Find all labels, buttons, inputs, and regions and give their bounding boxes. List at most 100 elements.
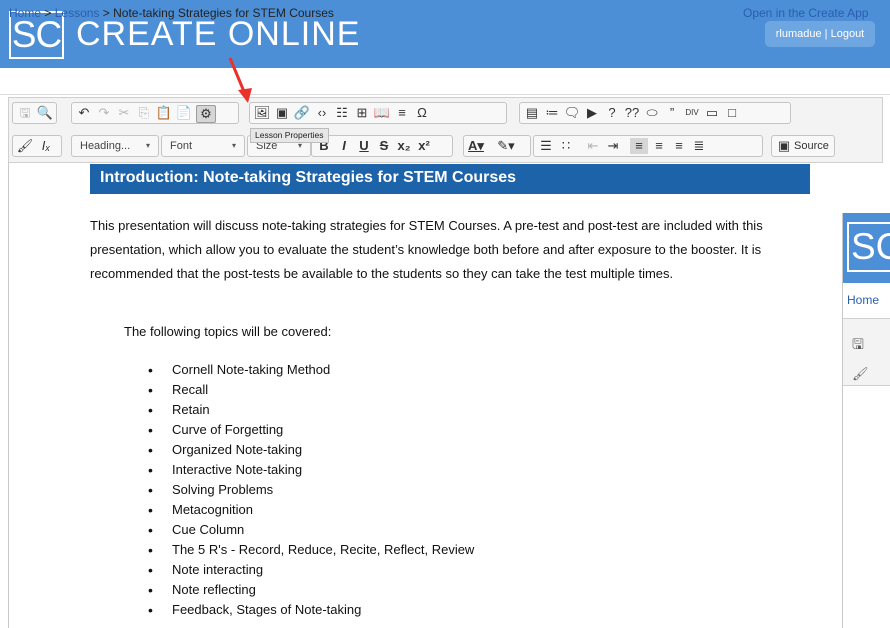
double-question-icon[interactable]: ?? [623, 105, 641, 121]
lesson-properties-tooltip: Lesson Properties [250, 128, 329, 143]
breadcrumb: Home > Lessons > Note-taking Strategies … [9, 6, 334, 20]
list-item: Organized Note-taking [148, 440, 474, 460]
widget-icon[interactable]: ☷ [333, 105, 351, 121]
frame-icon[interactable]: ▭ [703, 105, 721, 121]
intro-paragraph: This presentation will discuss note-taki… [90, 218, 763, 281]
heading-combo[interactable]: Heading... ▾ [71, 135, 159, 157]
paragraph-group: ☰ ∷ ⇤ ⇥ ≡ ≡ ≡ ≣ [533, 135, 763, 157]
chevron-down-icon: ▾ [231, 141, 236, 150]
color-group: A▾ ✎▾ [463, 135, 531, 157]
list-item: Solving Problems [148, 480, 474, 500]
breadcrumb-sep: > [102, 6, 110, 20]
table-icon[interactable]: ⊞ [353, 105, 371, 121]
font-combo-label: Font [170, 140, 193, 152]
chevron-down-icon: ▾ [145, 141, 150, 150]
format-painter-icon[interactable]: 🖌 [852, 366, 869, 382]
heading-combo-label: Heading... [80, 140, 131, 152]
paste-icon[interactable]: 📋 [155, 105, 173, 121]
media-icon[interactable]: ▣ [273, 105, 291, 121]
second-window-home-link[interactable]: Home [847, 293, 879, 307]
username-link[interactable]: rlumadue [776, 28, 822, 40]
preview-icon[interactable]: 🔍 [36, 105, 54, 121]
list-item: Cue Column [148, 520, 474, 540]
breadcrumb-home[interactable]: Home [9, 6, 41, 20]
insert-group: 🖼 ▣ 🔗 ‹› ☷ ⊞ 📖 ≡ Ω [249, 102, 507, 124]
topics-intro: The following topics will be covered: [124, 324, 332, 339]
text-color-icon[interactable]: A▾ [467, 138, 485, 154]
source-button[interactable]: ▣ Source [771, 135, 835, 157]
text-format-group: B I U S x₂ x² [311, 135, 453, 157]
oval-icon[interactable]: ⬭ [643, 105, 661, 121]
source-icon: ▣ [777, 138, 791, 153]
align-right-icon[interactable]: ≡ [670, 138, 688, 154]
list-item: Retain [148, 400, 474, 420]
superscript-icon[interactable]: x² [415, 138, 433, 154]
align-center-icon[interactable]: ≡ [650, 138, 668, 154]
list-item: Curve of Forgetting [148, 420, 474, 440]
breadcrumb-lessons[interactable]: Lessons [55, 6, 100, 20]
list-item: Interactive Note-taking [148, 460, 474, 480]
indent-icon[interactable]: ⇥ [604, 138, 622, 154]
redo-icon[interactable]: ↷ [95, 105, 113, 121]
play-icon[interactable]: ▶ [583, 105, 601, 121]
numbered-list-icon[interactable]: ☰ [537, 138, 555, 154]
list-insert-icon[interactable]: ≔ [543, 105, 561, 121]
second-window-logo[interactable]: SC [847, 222, 890, 272]
user-separator: | [824, 28, 828, 40]
div-icon[interactable]: DIV [683, 105, 701, 121]
cut-icon[interactable]: ✂ [115, 105, 133, 121]
open-in-app-link[interactable]: Open in the Create App [743, 6, 868, 20]
save-icon[interactable]: 🖫 [16, 105, 34, 121]
interactive-group: ▤ ≔ 🗨 ▶ ? ?? ⬭ ” DIV ▭ □ [519, 102, 791, 124]
document-heading: Introduction: Note-taking Strategies for… [90, 164, 810, 194]
paste-text-icon[interactable]: 📄 [175, 105, 193, 121]
window-icon[interactable]: □ [723, 105, 741, 121]
book-icon[interactable]: 📖 [373, 105, 391, 121]
image-icon[interactable]: 🖼 [253, 105, 271, 121]
question-icon[interactable]: ? [603, 105, 621, 121]
red-arrow-icon [228, 57, 252, 103]
editor-toolbar: 🖫 🔍 ↶ ↷ ✂ ⎘ 📋 📄 ⚙ 🖼 ▣ 🔗 ‹› ☷ ⊞ 📖 ≡ Ω ▤ ≔… [8, 97, 883, 163]
justify-icon[interactable]: ≣ [690, 138, 708, 154]
embed-code-icon[interactable]: ‹› [313, 105, 331, 121]
font-combo[interactable]: Font ▾ [161, 135, 245, 157]
list-item: Note interacting [148, 560, 474, 580]
italic-icon[interactable]: I [335, 138, 353, 154]
logout-link[interactable]: Logout [831, 28, 865, 40]
copy-icon[interactable]: ⎘ [135, 105, 153, 121]
topic-list: Cornell Note-taking Method Recall Retain… [148, 360, 474, 620]
quote-icon[interactable]: ” [663, 105, 681, 121]
underline-icon[interactable]: U [355, 138, 373, 154]
list-item: Cornell Note-taking Method [148, 360, 474, 380]
breadcrumb-bar [0, 68, 890, 95]
breadcrumb-sep: > [44, 6, 52, 20]
link-icon[interactable]: 🔗 [293, 105, 311, 121]
source-label: Source [794, 140, 829, 152]
bulleted-list-icon[interactable]: ∷ [557, 138, 575, 154]
clipboard-group: ↶ ↷ ✂ ⎘ 📋 📄 ⚙ [71, 102, 239, 124]
undo-icon[interactable]: ↶ [75, 105, 93, 121]
document-group: 🖫 🔍 [12, 102, 57, 124]
remove-format-icon[interactable]: Iₓ [37, 138, 55, 154]
slide-icon[interactable]: ▤ [523, 105, 541, 121]
document-paragraph: This presentation will discuss note-taki… [90, 214, 820, 286]
list-item: Feedback, Stages of Note-taking [148, 600, 474, 620]
align-left-icon[interactable]: ≡ [630, 138, 648, 154]
list-item: The 5 R's - Record, Reduce, Recite, Refl… [148, 540, 474, 560]
breadcrumb-current: Note-taking Strategies for STEM Courses [113, 6, 334, 20]
horizontal-rule-icon[interactable]: ≡ [393, 105, 411, 121]
save-icon[interactable]: 🖫 [852, 334, 864, 358]
special-char-icon[interactable]: Ω [413, 105, 431, 121]
list-item: Recall [148, 380, 474, 400]
comment-icon[interactable]: 🗨 [563, 105, 581, 121]
list-item: Note reflecting [148, 580, 474, 600]
strikethrough-icon[interactable]: S [375, 138, 393, 154]
highlight-color-icon[interactable]: ✎▾ [497, 138, 515, 154]
subscript-icon[interactable]: x₂ [395, 138, 413, 154]
list-item: Metacognition [148, 500, 474, 520]
outdent-icon[interactable]: ⇤ [584, 138, 602, 154]
user-menu: rlumadue | Logout [765, 21, 875, 47]
format-painter-icon[interactable]: 🖌 [16, 138, 34, 154]
style-group: 🖌 Iₓ [12, 135, 62, 157]
lesson-properties-gear-icon[interactable]: ⚙ [196, 105, 216, 123]
